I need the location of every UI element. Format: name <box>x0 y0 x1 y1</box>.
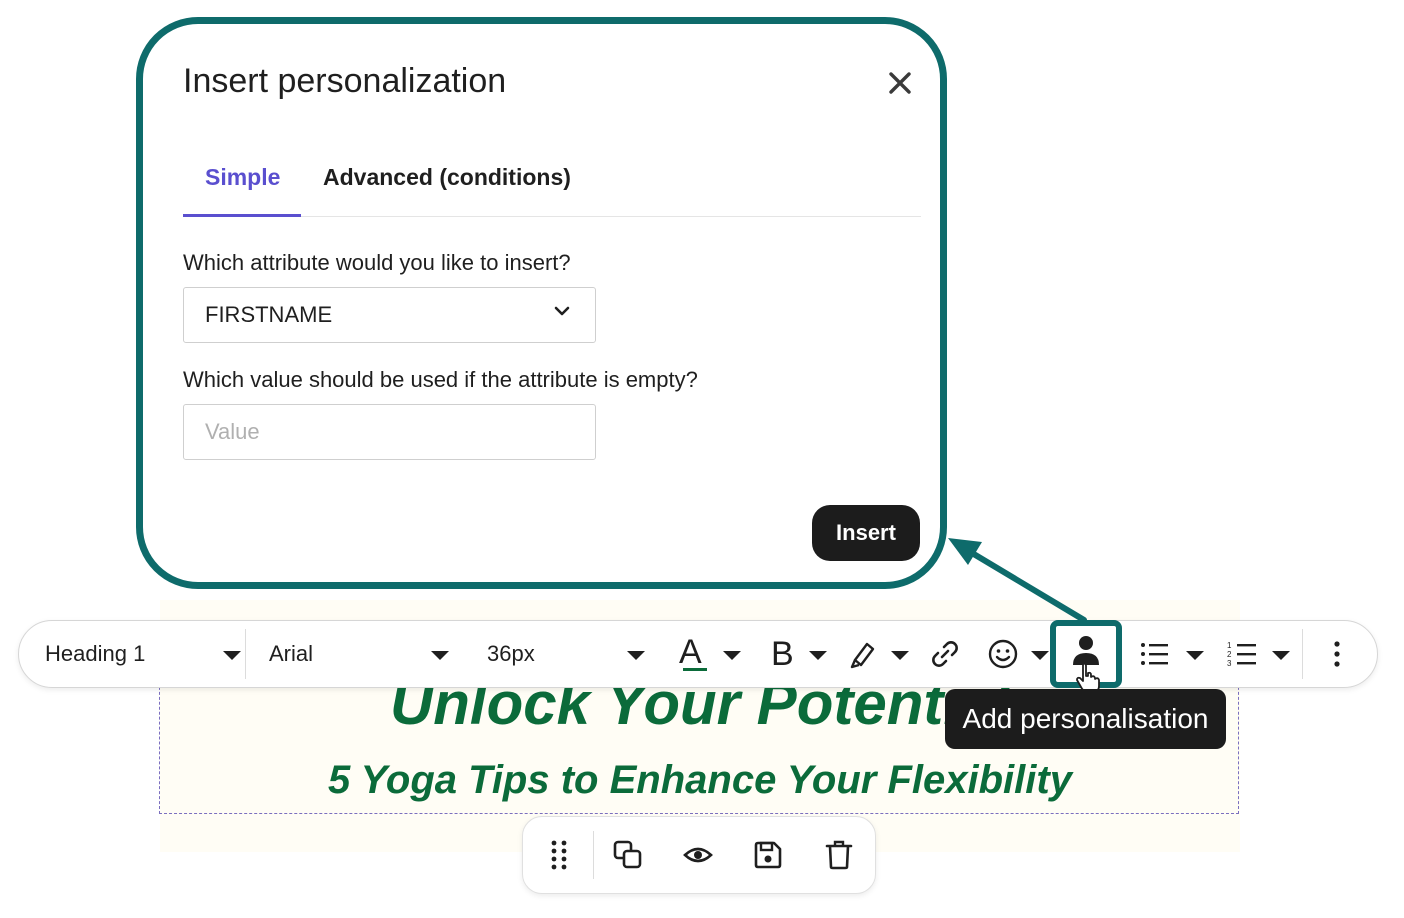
chevron-down-icon <box>809 651 827 660</box>
preview-button[interactable] <box>683 817 713 893</box>
svg-text:3: 3 <box>1227 659 1232 668</box>
highlight-button[interactable] <box>847 621 909 687</box>
chevron-down-icon <box>431 651 449 660</box>
active-tab-indicator <box>183 214 301 217</box>
attribute-selected-value: FIRSTNAME <box>205 302 333 327</box>
editor-stage: Unlock Your Potential 5 Yoga Tips to Enh… <box>0 0 1404 918</box>
close-icon <box>889 72 911 94</box>
tab-simple[interactable]: Simple <box>205 164 280 191</box>
emoji-icon <box>988 639 1018 669</box>
svg-text:1: 1 <box>1227 641 1232 650</box>
save-icon <box>754 841 782 869</box>
attribute-question: Which attribute would you like to insert… <box>183 250 571 275</box>
duplicate-icon <box>613 840 642 869</box>
chevron-down-icon <box>1186 651 1204 660</box>
dialog-title: Insert personalization <box>183 62 507 100</box>
font-size-label: 36px <box>487 641 535 666</box>
font-size-dropdown[interactable]: 36px <box>487 621 649 687</box>
toolbar-divider <box>245 629 246 679</box>
numbered-list-button[interactable]: 1 2 3 <box>1226 621 1296 687</box>
save-block-button[interactable] <box>753 817 783 893</box>
tab-advanced[interactable]: Advanced (conditions) <box>323 164 571 191</box>
chevron-down-icon <box>1272 651 1290 660</box>
chevron-down-icon <box>723 651 741 660</box>
block-action-bar <box>522 816 876 894</box>
insert-personalization-dialog: Insert personalization Simple Advanced (… <box>136 17 947 589</box>
text-color-icon: A <box>679 632 702 671</box>
duplicate-button[interactable] <box>613 817 643 893</box>
bold-icon: B <box>771 634 794 673</box>
link-button[interactable] <box>929 621 965 687</box>
fallback-question: Which value should be used if the attrib… <box>183 367 698 392</box>
emoji-button[interactable] <box>987 621 1051 687</box>
block-style-dropdown[interactable]: Heading 1 <box>45 621 250 687</box>
bulleted-list-button[interactable] <box>1138 621 1208 687</box>
chevron-down-icon <box>554 306 570 316</box>
insert-button[interactable]: Insert <box>812 505 920 561</box>
chevron-down-icon <box>891 651 909 660</box>
chevron-down-icon <box>223 651 241 660</box>
svg-text:2: 2 <box>1227 650 1232 659</box>
numbered-list-icon: 1 2 3 <box>1227 641 1256 668</box>
font-family-dropdown[interactable]: Arial <box>269 621 454 687</box>
close-button[interactable] <box>883 66 917 100</box>
highlighter-icon <box>850 642 875 669</box>
bold-button[interactable]: B <box>771 621 831 687</box>
text-color-swatch <box>683 668 707 671</box>
fallback-value-input[interactable] <box>183 404 596 460</box>
eye-icon <box>683 847 713 863</box>
block-style-label: Heading 1 <box>45 641 146 666</box>
drag-handle[interactable] <box>549 817 569 893</box>
more-vertical-icon <box>1334 641 1340 667</box>
delete-button[interactable] <box>825 817 853 893</box>
personalization-button[interactable] <box>1050 620 1122 693</box>
drag-handle-icon <box>551 840 567 870</box>
link-icon <box>932 641 958 667</box>
trash-icon <box>825 840 853 870</box>
toolbar-divider <box>1302 629 1303 679</box>
font-family-label: Arial <box>269 641 314 666</box>
action-divider <box>593 831 594 879</box>
chevron-down-icon <box>1031 651 1049 660</box>
bulleted-list-icon <box>1141 643 1168 665</box>
attribute-select[interactable]: FIRSTNAME <box>183 287 596 343</box>
more-options-button[interactable] <box>1324 621 1350 687</box>
chevron-down-icon <box>627 651 645 660</box>
text-color-button[interactable]: A <box>679 621 743 687</box>
personalization-tooltip: Add personalisation <box>945 689 1226 749</box>
